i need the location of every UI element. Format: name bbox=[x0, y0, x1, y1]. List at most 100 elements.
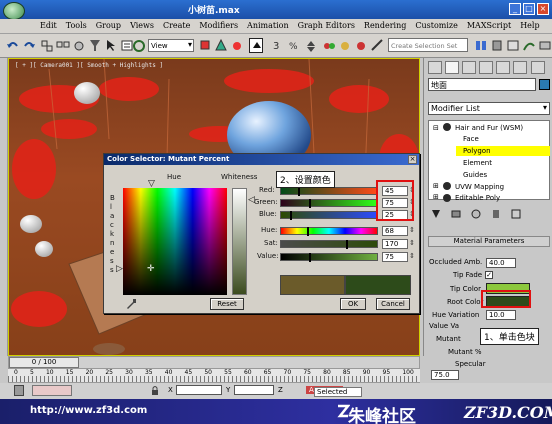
angle-snap-icon[interactable]: 3 bbox=[272, 38, 286, 53]
named-selection-icon[interactable] bbox=[370, 38, 384, 53]
coord-y-field[interactable] bbox=[234, 385, 274, 395]
menu-animation[interactable]: Animation bbox=[243, 19, 294, 33]
percent-snap-icon[interactable]: % bbox=[288, 38, 302, 53]
menu-customize[interactable]: Customize bbox=[411, 19, 463, 33]
keyboard-shortcut-icon[interactable] bbox=[230, 38, 244, 53]
selected-dropdown[interactable]: Selected bbox=[314, 387, 363, 397]
object-color-swatch[interactable] bbox=[539, 79, 550, 90]
named-selection-set-dropdown[interactable]: Create Selection Set bbox=[388, 38, 468, 52]
stack-polygon[interactable]: Polygon bbox=[463, 147, 491, 155]
stack-face[interactable]: Face bbox=[463, 135, 479, 143]
uvw-lightbulb-icon[interactable] bbox=[443, 182, 451, 190]
undo-icon[interactable] bbox=[6, 38, 20, 53]
value-slider[interactable] bbox=[280, 253, 378, 262]
display-tab-icon[interactable] bbox=[496, 61, 510, 74]
make-unique-icon[interactable] bbox=[470, 208, 482, 220]
occluded-amb-field[interactable]: 40.0 bbox=[486, 258, 516, 268]
menu-views[interactable]: Views bbox=[126, 19, 159, 33]
edit-named-selection-icon[interactable] bbox=[322, 38, 336, 53]
stack-uvw-mapping[interactable]: UVW Mapping bbox=[455, 183, 504, 191]
close-icon[interactable]: × bbox=[537, 3, 549, 15]
bind-space-warp-icon[interactable] bbox=[72, 38, 86, 53]
spinner-snap-icon[interactable] bbox=[304, 38, 318, 53]
rotate-icon[interactable] bbox=[132, 38, 146, 53]
remove-modifier-icon[interactable] bbox=[490, 208, 502, 220]
hue-blackness-spectrum[interactable] bbox=[123, 188, 227, 295]
layer-manager-icon[interactable] bbox=[506, 38, 520, 53]
pivot-icon[interactable] bbox=[198, 38, 212, 53]
expand-poly-icon[interactable]: ⊞ bbox=[433, 193, 439, 201]
reset-button[interactable]: Reset bbox=[210, 298, 244, 310]
utilities-tab-icon[interactable] bbox=[513, 61, 527, 74]
ok-button[interactable]: OK bbox=[340, 298, 366, 310]
menu-edit[interactable]: Edit bbox=[36, 19, 62, 33]
menu-group[interactable]: Group bbox=[92, 19, 126, 33]
expand-uvw-icon[interactable]: ⊞ bbox=[433, 182, 439, 190]
sat-slider[interactable] bbox=[280, 240, 378, 249]
curve-editor-icon[interactable] bbox=[522, 38, 536, 53]
lightbulb-icon[interactable] bbox=[443, 123, 451, 131]
maximize-icon[interactable]: □ bbox=[523, 3, 535, 15]
align-tool-icon[interactable] bbox=[490, 38, 504, 53]
stack-hair-fur[interactable]: Hair and Fur (WSM) bbox=[455, 124, 523, 132]
eyedropper-icon[interactable] bbox=[124, 298, 138, 310]
show-end-result-icon[interactable] bbox=[450, 208, 462, 220]
tip-fade-checkbox[interactable]: ✓ bbox=[485, 271, 493, 279]
snap-toggle-icon[interactable] bbox=[249, 38, 263, 53]
green-slider[interactable] bbox=[280, 199, 378, 208]
hue-slider[interactable] bbox=[280, 227, 378, 236]
viewport-label[interactable]: [ + ][ Camera001 ][ Smooth + Highlights … bbox=[15, 62, 163, 69]
coord-x-field[interactable] bbox=[176, 385, 222, 395]
menu-maxscript[interactable]: MAXScript bbox=[463, 19, 516, 33]
menu-tools[interactable]: Tools bbox=[62, 19, 92, 33]
minimize-icon[interactable]: _ bbox=[509, 3, 521, 15]
hierarchy-tab-icon[interactable] bbox=[462, 61, 476, 74]
select-object-icon[interactable] bbox=[104, 38, 118, 53]
menu-help[interactable]: Help bbox=[516, 19, 544, 33]
pin-stack-icon[interactable] bbox=[430, 208, 442, 220]
mirror-tool-icon[interactable] bbox=[474, 38, 488, 53]
time-slider[interactable]: 0 / 100 bbox=[8, 356, 420, 369]
material-parameters-rollout[interactable]: Material Parameters bbox=[428, 236, 550, 247]
menu-modifiers[interactable]: Modifiers bbox=[195, 19, 243, 33]
select-manipulate-icon[interactable] bbox=[214, 38, 228, 53]
whiteness-strip[interactable] bbox=[232, 188, 247, 295]
unlink-icon[interactable] bbox=[56, 38, 70, 53]
configure-sets-icon[interactable] bbox=[510, 208, 522, 220]
script-mini-listener[interactable] bbox=[32, 385, 72, 396]
select-filter-icon[interactable] bbox=[88, 38, 102, 53]
menu-graph-editors[interactable]: Graph Editors bbox=[294, 19, 360, 33]
blue-slider[interactable] bbox=[280, 211, 378, 220]
dialog-close-icon[interactable]: × bbox=[408, 155, 417, 164]
hue-variation-field[interactable]: 10.0 bbox=[486, 310, 516, 320]
panel-option-icon[interactable] bbox=[531, 61, 545, 74]
sat-spinner[interactable]: 170 bbox=[382, 239, 415, 249]
lock-selection-icon[interactable] bbox=[150, 385, 160, 396]
menu-create[interactable]: Create bbox=[159, 19, 195, 33]
menu-rendering[interactable]: Rendering bbox=[360, 19, 411, 33]
modifier-list-dropdown[interactable]: Modifier List bbox=[428, 102, 550, 115]
stack-guides[interactable]: Guides bbox=[463, 171, 487, 179]
hue-spinner[interactable]: 68 bbox=[382, 226, 415, 236]
specular-field[interactable]: 75.0 bbox=[431, 370, 459, 380]
link-icon[interactable] bbox=[40, 38, 54, 53]
stack-editable-poly[interactable]: Editable Poly bbox=[455, 194, 500, 202]
align-icon[interactable] bbox=[354, 38, 368, 53]
mirror-icon[interactable] bbox=[338, 38, 352, 53]
schematic-view-icon[interactable] bbox=[538, 38, 552, 53]
create-tab-icon[interactable] bbox=[428, 61, 442, 74]
poly-lightbulb-icon[interactable] bbox=[443, 194, 451, 202]
reference-coordinate-dropdown[interactable]: View bbox=[148, 39, 194, 52]
app-logo-icon[interactable] bbox=[3, 2, 25, 20]
red-slider[interactable] bbox=[280, 187, 378, 196]
modify-tab-icon[interactable] bbox=[445, 61, 459, 74]
value-spinner[interactable]: 75 bbox=[382, 252, 415, 262]
expand-icon[interactable]: ⊟ bbox=[433, 124, 439, 132]
track-bar[interactable]: 0 5 10 15 20 25 30 35 40 45 50 55 60 65 70 75 80 85 90 95 10… bbox=[8, 369, 420, 383]
blackness-pointer-icon[interactable]: ▷ bbox=[116, 264, 123, 274]
motion-tab-icon[interactable] bbox=[479, 61, 493, 74]
maxscript-listener-icon[interactable] bbox=[14, 385, 24, 396]
redo-icon[interactable] bbox=[22, 38, 36, 53]
stack-element[interactable]: Element bbox=[463, 159, 492, 167]
object-name-field[interactable]: 地面 bbox=[428, 78, 536, 91]
